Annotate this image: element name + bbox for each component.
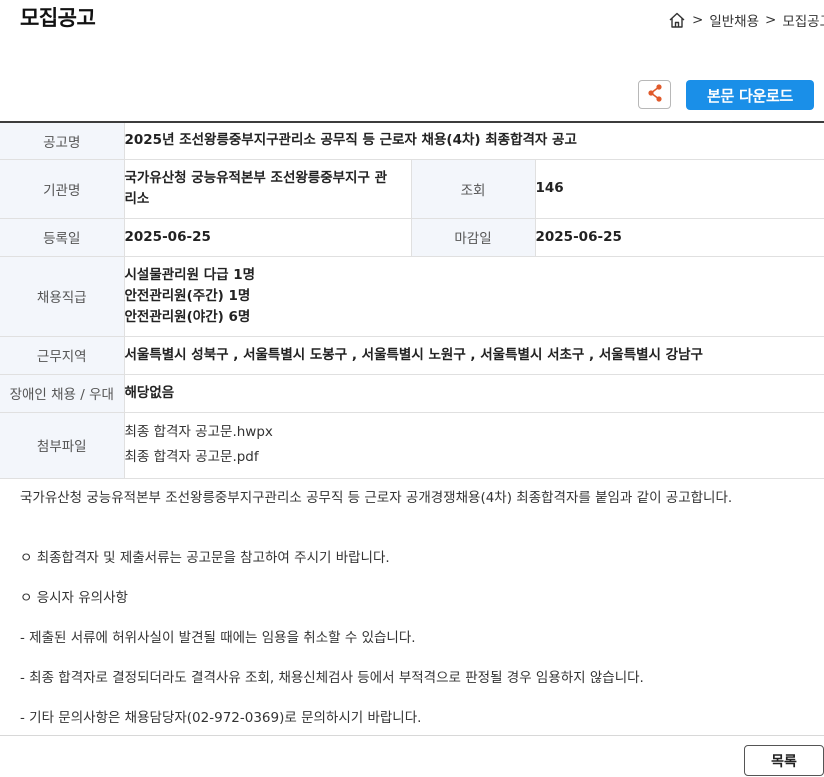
footer-divider [0, 735, 824, 736]
title-label: 공고명 [0, 122, 124, 160]
table-row: 첨부파일 최종 합격자 공고문.hwpx 최종 합격자 공고문.pdf [0, 412, 824, 479]
table-row: 기관명 국가유산청 궁능유적본부 조선왕릉중부지구 관리소 조회 146 [0, 159, 824, 219]
body-paragraph: 국가유산청 궁능유적본부 조선왕릉중부지구관리소 공무직 등 근로자 공개경쟁채… [20, 490, 733, 506]
org-value: 국가유산청 궁능유적본부 조선왕릉중부지구 관리소 [123, 159, 411, 219]
body-paragraph: ㅇ 응시자 유의사항 [20, 590, 128, 606]
position-item: 안전관리원(주간) 1명 [124, 287, 251, 304]
body-paragraph: - 제출된 서류에 허위사실이 발견될 때에는 임용을 취소할 수 있습니다. [20, 630, 416, 646]
breadcrumb-separator: > [692, 12, 704, 28]
attachment-link-hwpx[interactable]: 최종 합격자 공고문.hwpx [125, 420, 824, 445]
disabled-label: 장애인 채용 / 우대 [0, 374, 124, 413]
reg-date-label: 등록일 [0, 218, 124, 257]
table-row: 채용직급 시설물관리원 다급 1명 안전관리원(주간) 1명 안전관리원(야간)… [0, 256, 824, 337]
attachments-list: 최종 합격자 공고문.hwpx 최종 합격자 공고문.pdf [123, 412, 824, 479]
breadcrumb: > 일반채용 > 모집공고 [668, 10, 824, 30]
deadline-label: 마감일 [410, 218, 535, 257]
reg-date-value: 2025-06-25 [123, 218, 411, 257]
views-label: 조회 [410, 159, 535, 219]
position-item: 시설물관리원 다급 1명 [124, 266, 256, 283]
attachments-label: 첨부파일 [0, 412, 124, 479]
region-value: 서울특별시 성북구 , 서울특별시 도봉구 , 서울특별시 노원구 , 서울특별… [123, 336, 824, 375]
views-value: 146 [534, 159, 824, 219]
table-row: 공고명 2025년 조선왕릉중부지구관리소 공무직 등 근로자 채용(4차) 최… [0, 122, 824, 160]
breadcrumb-separator: > [765, 12, 777, 28]
deadline-value: 2025-06-25 [534, 218, 824, 257]
notice-body: 국가유산청 궁능유적본부 조선왕릉중부지구관리소 공무직 등 근로자 공개경쟁채… [20, 488, 820, 748]
breadcrumb-item-general-recruit[interactable]: 일반채용 [709, 10, 759, 30]
body-paragraph: ㅇ 최종합격자 및 제출서류는 공고문을 참고하여 주시기 바랍니다. [20, 550, 390, 566]
disabled-value: 해당없음 [123, 374, 824, 413]
share-button[interactable] [638, 80, 671, 109]
download-body-button[interactable]: 본문 다운로드 [686, 80, 814, 110]
org-label: 기관명 [0, 159, 124, 219]
notice-title: 2025년 조선왕릉중부지구관리소 공무직 등 근로자 채용(4차) 최종합격자… [123, 122, 824, 160]
share-icon [646, 83, 664, 107]
attachment-link-pdf[interactable]: 최종 합격자 공고문.pdf [125, 445, 824, 470]
page-title: 모집공고 [20, 6, 96, 30]
table-row: 근무지역 서울특별시 성북구 , 서울특별시 도봉구 , 서울특별시 노원구 ,… [0, 336, 824, 375]
list-button[interactable]: 목록 [744, 745, 824, 776]
table-row: 등록일 2025-06-25 마감일 2025-06-25 [0, 218, 824, 257]
notice-info-table: 공고명 2025년 조선왕릉중부지구관리소 공무직 등 근로자 채용(4차) 최… [0, 121, 824, 479]
body-paragraph: - 최종 합격자로 결정되더라도 결격사유 조회, 채용신체검사 등에서 부적격… [20, 670, 644, 686]
region-label: 근무지역 [0, 336, 124, 375]
home-icon[interactable] [668, 11, 686, 29]
body-paragraph: - 기타 문의사항은 채용담당자(02-972-0369)로 문의하시기 바랍니… [20, 710, 422, 726]
positions-value: 시설물관리원 다급 1명 안전관리원(주간) 1명 안전관리원(야간) 6명 [123, 256, 824, 337]
table-row: 장애인 채용 / 우대 해당없음 [0, 374, 824, 413]
positions-label: 채용직급 [0, 256, 124, 337]
position-item: 안전관리원(야간) 6명 [124, 308, 251, 325]
breadcrumb-item-notice[interactable]: 모집공고 [782, 10, 824, 30]
